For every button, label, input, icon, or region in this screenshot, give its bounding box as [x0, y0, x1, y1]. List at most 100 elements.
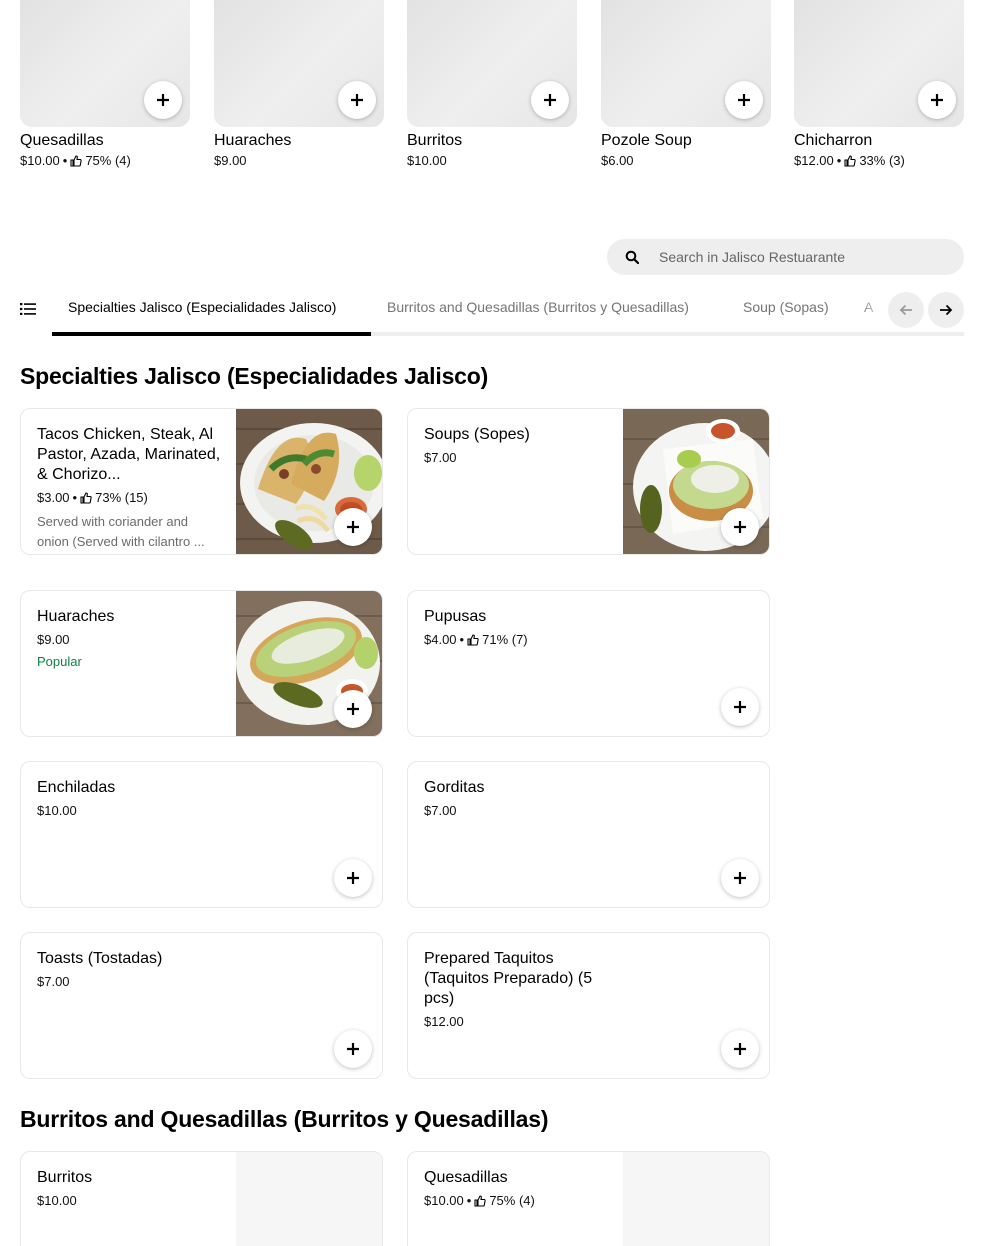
featured-item-price: $6.00	[601, 153, 634, 168]
plus-icon	[738, 94, 750, 106]
arrow-right-icon	[940, 304, 953, 316]
tab-soup[interactable]: Soup (Sopas)	[743, 299, 829, 315]
menu-item-card[interactable]: Prepared Taquitos (Taquitos Preparado) (…	[407, 932, 770, 1079]
menu-item-meta: $4.00 • 71% (7)	[424, 632, 624, 648]
menu-item-title: Quesadillas	[424, 1169, 508, 1186]
section-title: Burritos and Quesadillas (Burritos y Que…	[20, 1106, 549, 1132]
section-title: Specialties Jalisco (Especialidades Jali…	[20, 363, 489, 389]
featured-item-name: Huaraches	[214, 132, 292, 149]
menu-search-bar[interactable]	[607, 239, 964, 275]
menu-item-rating: 71% (7)	[482, 632, 528, 647]
thumbs-up-icon	[844, 155, 856, 167]
featured-item-price: $10.00	[407, 153, 447, 168]
add-to-cart-button[interactable]	[721, 1030, 759, 1068]
menu-item-price: $9.00	[37, 632, 70, 647]
menu-item-price: $10.00	[37, 1193, 77, 1208]
menu-item-info: Enchiladas $10.00	[37, 778, 237, 819]
featured-item[interactable]: Pozole Soup $6.00	[601, 0, 771, 169]
plus-icon	[347, 703, 359, 715]
menu-item-meta: $3.00 • 73% (15)	[37, 490, 223, 506]
active-tab-indicator	[52, 332, 371, 336]
featured-item-rating: 33% (3)	[859, 153, 905, 168]
featured-item-meta: $12.00 • 33% (3)	[794, 153, 964, 169]
featured-item[interactable]: Huaraches $9.00	[214, 0, 384, 169]
menu-item-meta: $10.00 • 75% (4)	[424, 1193, 610, 1209]
tabs-prev-button[interactable]	[888, 292, 924, 328]
featured-item-price: $9.00	[214, 153, 247, 168]
featured-item-name: Quesadillas	[20, 132, 104, 149]
menu-item-card[interactable]: Gorditas $7.00	[407, 761, 770, 908]
featured-item-meta: $9.00	[214, 153, 384, 169]
menu-item-info: Burritos $10.00	[37, 1168, 223, 1209]
menu-item-info: Quesadillas $10.00 • 75% (4)	[424, 1168, 610, 1209]
tab-burritos-quesadillas[interactable]: Burritos and Quesadillas (Burritos y Que…	[387, 299, 689, 315]
menu-item-photo	[236, 409, 382, 554]
featured-item[interactable]: Chicharron $12.00 • 33% (3)	[794, 0, 964, 169]
plus-icon	[734, 521, 746, 533]
menu-item-card[interactable]: Tacos Chicken, Steak, Al Pastor, Azada, …	[20, 408, 383, 555]
menu-item-meta: $12.00	[424, 1014, 610, 1030]
featured-item[interactable]: Burritos $10.00	[407, 0, 577, 169]
menu-item-info: Pupusas $4.00 • 71% (7)	[424, 607, 624, 648]
tabs-fade	[858, 290, 888, 330]
search-input[interactable]	[659, 249, 939, 265]
featured-items-carousel: Quesadillas $10.00 • 75% (4) Huaraches $…	[20, 0, 964, 180]
thumbs-up-icon	[467, 634, 479, 646]
add-to-cart-button[interactable]	[334, 1030, 372, 1068]
add-to-cart-button[interactable]	[144, 81, 182, 119]
menu-item-price: $10.00	[424, 1193, 464, 1208]
plus-icon	[347, 521, 359, 533]
menu-item-card[interactable]: Huaraches $9.00 Popular	[20, 590, 383, 737]
menu-item-card[interactable]: Quesadillas $10.00 • 75% (4)	[407, 1151, 770, 1246]
menu-item-price: $3.00	[37, 490, 70, 505]
menu-item-title: Tacos Chicken, Steak, Al Pastor, Azada, …	[37, 426, 221, 483]
add-to-cart-button[interactable]	[725, 81, 763, 119]
add-to-cart-button[interactable]	[721, 688, 759, 726]
menu-item-card[interactable]: Enchiladas $10.00	[20, 761, 383, 908]
menu-item-title: Prepared Taquitos (Taquitos Preparado) (…	[424, 950, 593, 1007]
menu-item-info: Huaraches $9.00 Popular	[37, 607, 223, 670]
plus-icon	[734, 701, 746, 713]
add-to-cart-button[interactable]	[338, 81, 376, 119]
thumbs-up-icon	[80, 492, 92, 504]
menu-item-rating: 75% (4)	[489, 1193, 535, 1208]
separator: •	[459, 632, 465, 647]
add-to-cart-button[interactable]	[531, 81, 569, 119]
menu-item-price: $10.00	[37, 803, 77, 818]
plus-icon	[347, 1043, 359, 1055]
menu-item-card[interactable]: Pupusas $4.00 • 71% (7)	[407, 590, 770, 737]
arrow-left-icon	[899, 304, 912, 316]
menu-item-photo	[623, 409, 769, 554]
featured-item-price: $10.00	[20, 153, 60, 168]
separator: •	[836, 153, 842, 168]
menu-item-card[interactable]: Burritos $10.00	[20, 1151, 383, 1246]
thumbs-up-icon	[474, 1195, 486, 1207]
menu-item-card[interactable]: Toasts (Tostadas) $7.00	[20, 932, 383, 1079]
add-to-cart-button[interactable]	[918, 81, 956, 119]
menu-item-card[interactable]: Soups (Sopes) $7.00	[407, 408, 770, 555]
featured-item-image	[407, 0, 577, 127]
menu-item-title: Burritos	[37, 1169, 93, 1186]
menu-item-rating: 73% (15)	[95, 490, 148, 505]
popular-badge: Popular	[37, 654, 82, 669]
menu-item-description: Served with coriander and onion (Served …	[37, 514, 205, 549]
add-to-cart-button[interactable]	[721, 859, 759, 897]
add-to-cart-button[interactable]	[721, 508, 759, 546]
tabs-next-button[interactable]	[928, 292, 964, 328]
list-icon[interactable]	[20, 302, 36, 316]
separator: •	[72, 490, 78, 505]
add-to-cart-button[interactable]	[334, 508, 372, 546]
menu-item-price: $7.00	[37, 974, 70, 989]
menu-item-photo	[623, 1152, 769, 1246]
featured-item[interactable]: Quesadillas $10.00 • 75% (4)	[20, 0, 190, 169]
add-to-cart-button[interactable]	[334, 690, 372, 728]
separator: •	[62, 153, 68, 168]
plus-icon	[351, 94, 363, 106]
featured-item-price: $12.00	[794, 153, 834, 168]
menu-item-price: $12.00	[424, 1014, 464, 1029]
menu-item-meta: $10.00	[37, 803, 237, 819]
tab-specialties-jalisco[interactable]: Specialties Jalisco (Especialidades Jali…	[68, 299, 336, 315]
menu-item-info: Toasts (Tostadas) $7.00	[37, 949, 237, 990]
add-to-cart-button[interactable]	[334, 859, 372, 897]
featured-item-meta: $10.00	[407, 153, 577, 169]
